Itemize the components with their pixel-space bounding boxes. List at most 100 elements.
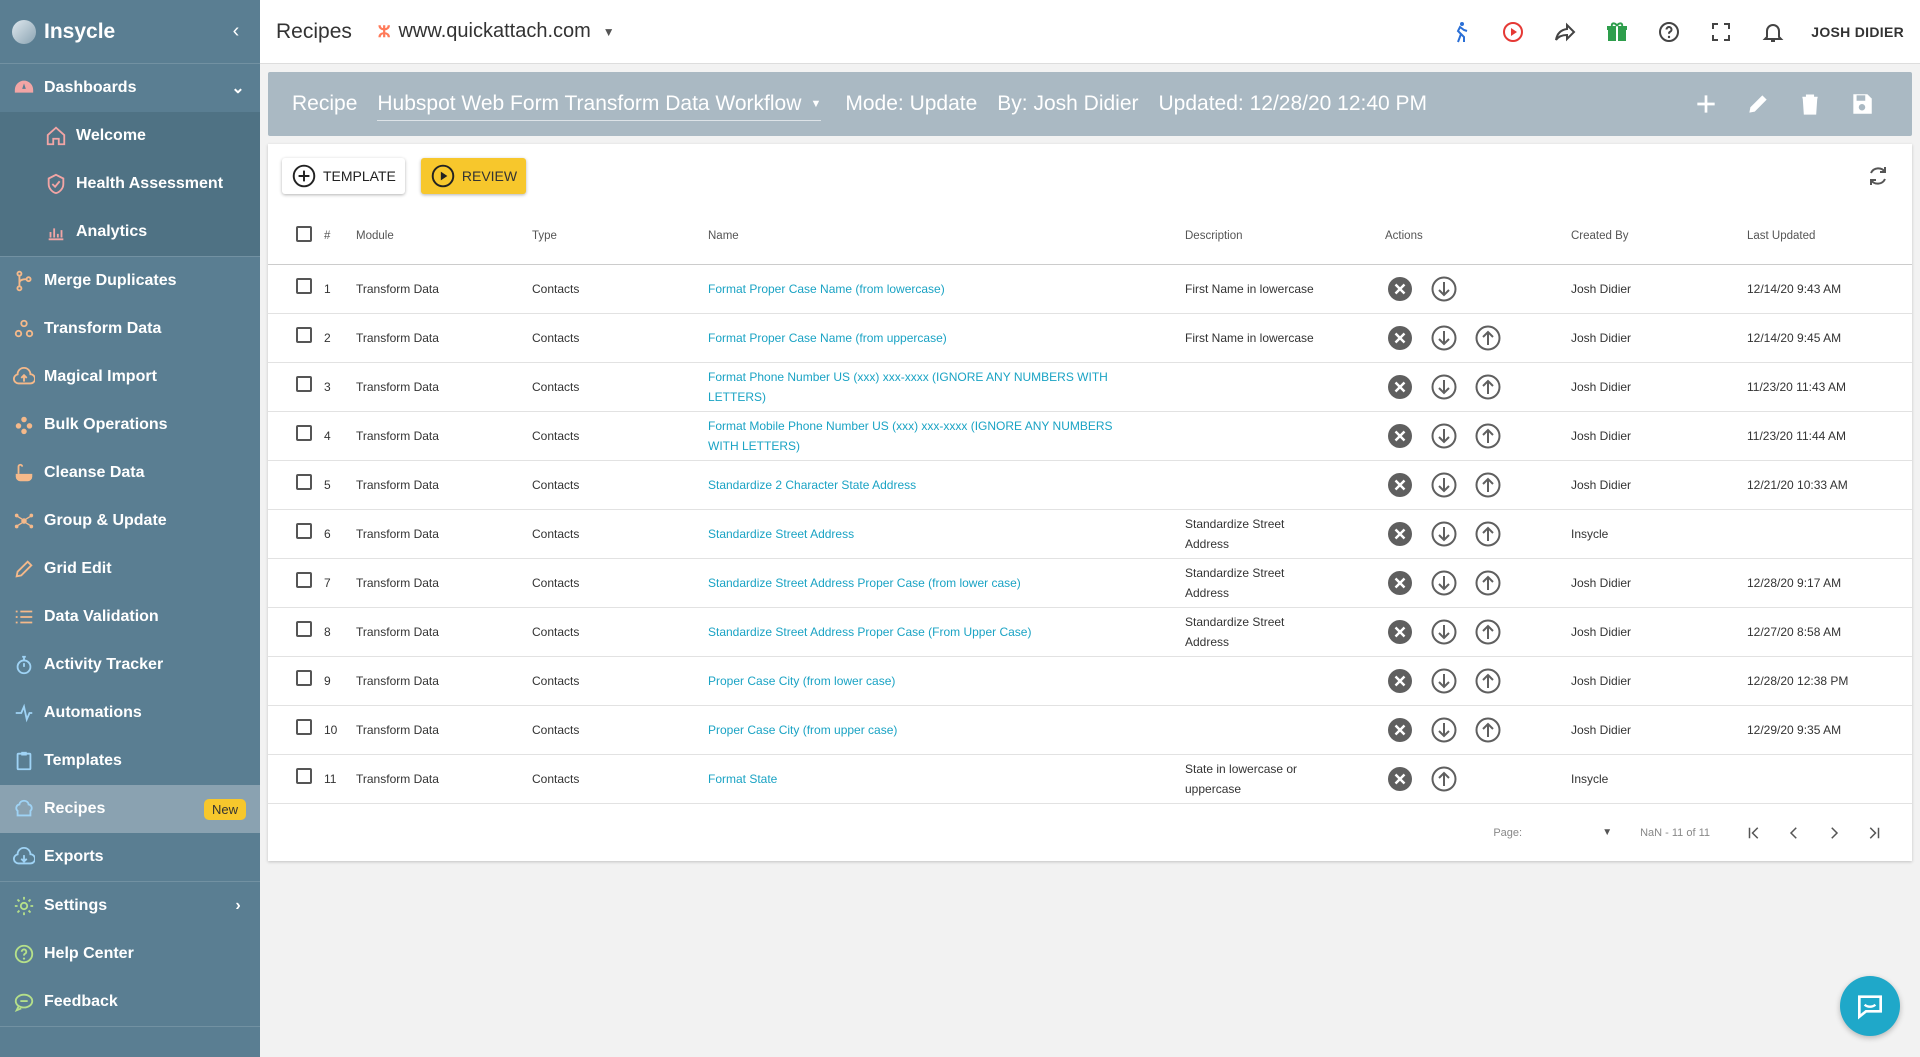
table-row[interactable]: 10 Transform Data Contacts Proper Case City… [268, 705, 1912, 754]
table-row[interactable]: 2 Transform Data Contacts Format Proper Cas… [268, 313, 1912, 362]
add-icon[interactable] [1680, 78, 1732, 130]
last-page-icon[interactable] [1854, 813, 1894, 853]
move-down-icon[interactable] [1429, 666, 1459, 696]
row-checkbox[interactable] [296, 669, 312, 686]
sidebar-item-bulk-operations[interactable]: Bulk Operations [0, 401, 260, 449]
collapse-sidebar-icon[interactable]: ‹ [224, 20, 248, 43]
row-checkbox[interactable] [296, 718, 312, 735]
remove-step-icon[interactable] [1385, 568, 1415, 598]
sidebar-item-health-assessment[interactable]: Health Assessment [0, 160, 260, 208]
row-checkbox[interactable] [296, 522, 312, 539]
chat-launcher-icon[interactable] [1840, 976, 1900, 1036]
table-row[interactable]: 1 Transform Data Contacts Format Proper Cas… [268, 264, 1912, 313]
next-page-icon[interactable] [1814, 813, 1854, 853]
remove-step-icon[interactable] [1385, 372, 1415, 402]
sidebar-item-analytics[interactable]: Analytics [0, 208, 260, 256]
save-icon[interactable] [1836, 78, 1888, 130]
move-down-icon[interactable] [1429, 470, 1459, 500]
recipe-select[interactable]: Hubspot Web Form Transform Data Workflow… [377, 88, 822, 121]
user-menu[interactable]: JOSH DIDIER [1811, 24, 1904, 40]
move-up-icon[interactable] [1473, 666, 1503, 696]
help-icon[interactable] [1643, 6, 1695, 58]
refresh-icon[interactable] [1858, 156, 1898, 196]
column-header[interactable]: Last Updated [1747, 208, 1912, 265]
column-header[interactable]: # [324, 208, 356, 265]
row-name-link[interactable]: Format Proper Case Name (from lowercase) [708, 282, 945, 296]
move-down-icon[interactable] [1429, 519, 1459, 549]
table-row[interactable]: 9 Transform Data Contacts Proper Case City … [268, 656, 1912, 705]
review-button[interactable]: REVIEW [420, 158, 527, 194]
remove-step-icon[interactable] [1385, 666, 1415, 696]
sidebar-item-feedback[interactable]: Feedback [0, 978, 260, 1026]
move-down-icon[interactable] [1429, 617, 1459, 647]
sidebar-item-data-validation[interactable]: Data Validation [0, 593, 260, 641]
first-page-icon[interactable] [1734, 813, 1774, 853]
sidebar-item-cleanse-data[interactable]: Cleanse Data [0, 449, 260, 497]
move-down-icon[interactable] [1429, 323, 1459, 353]
move-up-icon[interactable] [1473, 715, 1503, 745]
column-header[interactable]: Description [1185, 208, 1385, 265]
sidebar-item-merge-duplicates[interactable]: Merge Duplicates [0, 257, 260, 305]
portal-selector[interactable]: www.quickattach.com [398, 20, 590, 43]
move-down-icon[interactable] [1429, 274, 1459, 304]
sidebar-item-automations[interactable]: Automations [0, 689, 260, 737]
move-down-icon[interactable] [1429, 421, 1459, 451]
page-select[interactable]: ▼ [1572, 827, 1612, 838]
template-button[interactable]: TEMPLATE [282, 158, 405, 194]
column-header[interactable]: Created By [1571, 208, 1747, 265]
move-up-icon[interactable] [1473, 617, 1503, 647]
row-name-link[interactable]: Standardize Street Address Proper Case (… [708, 625, 1031, 639]
row-name-link[interactable]: Standardize 2 Character State Address [708, 478, 916, 492]
row-name-link[interactable]: Format Mobile Phone Number US (xxx) xxx-… [708, 419, 1113, 453]
row-name-link[interactable]: Format State [708, 772, 777, 786]
table-row[interactable]: 6 Transform Data Contacts Standardize Stree… [268, 509, 1912, 558]
row-checkbox[interactable] [296, 326, 312, 343]
row-name-link[interactable]: Standardize Street Address Proper Case (… [708, 576, 1021, 590]
column-header[interactable]: Module [356, 208, 532, 265]
move-down-icon[interactable] [1429, 715, 1459, 745]
remove-step-icon[interactable] [1385, 617, 1415, 647]
sidebar-item-exports[interactable]: Exports [0, 833, 260, 881]
move-up-icon[interactable] [1473, 323, 1503, 353]
remove-step-icon[interactable] [1385, 470, 1415, 500]
move-up-icon[interactable] [1429, 764, 1459, 794]
delete-icon[interactable] [1784, 78, 1836, 130]
walkthrough-icon[interactable] [1435, 6, 1487, 58]
row-checkbox[interactable] [296, 473, 312, 490]
remove-step-icon[interactable] [1385, 323, 1415, 353]
move-up-icon[interactable] [1473, 519, 1503, 549]
previous-page-icon[interactable] [1774, 813, 1814, 853]
row-name-link[interactable]: Format Phone Number US (xxx) xxx-xxxx (I… [708, 370, 1108, 404]
row-checkbox[interactable] [296, 424, 312, 441]
move-up-icon[interactable] [1473, 568, 1503, 598]
sidebar-item-group-update[interactable]: Group & Update [0, 497, 260, 545]
fullscreen-icon[interactable] [1695, 6, 1747, 58]
sidebar-item-settings[interactable]: Settings › [0, 882, 260, 930]
move-down-icon[interactable] [1429, 372, 1459, 402]
remove-step-icon[interactable] [1385, 274, 1415, 304]
remove-step-icon[interactable] [1385, 421, 1415, 451]
sidebar-item-dashboards[interactable]: Dashboards ⌄ [0, 64, 260, 112]
sidebar-item-help-center[interactable]: Help Center [0, 930, 260, 978]
play-video-icon[interactable] [1487, 6, 1539, 58]
table-row[interactable]: 4 Transform Data Contacts Format Mobile Pho… [268, 411, 1912, 460]
remove-step-icon[interactable] [1385, 764, 1415, 794]
remove-step-icon[interactable] [1385, 519, 1415, 549]
row-checkbox[interactable] [296, 375, 312, 392]
select-all-checkbox[interactable] [296, 226, 312, 243]
sidebar-item-activity-tracker[interactable]: Activity Tracker [0, 641, 260, 689]
row-checkbox[interactable] [296, 571, 312, 588]
row-checkbox[interactable] [296, 277, 312, 294]
row-checkbox[interactable] [296, 767, 312, 784]
column-header[interactable]: Type [532, 208, 708, 265]
table-row[interactable]: 8 Transform Data Contacts Standardize Stree… [268, 607, 1912, 656]
chevron-down-icon[interactable]: ▼ [603, 25, 615, 39]
move-up-icon[interactable] [1473, 470, 1503, 500]
table-row[interactable]: 3 Transform Data Contacts Format Phone Numb… [268, 362, 1912, 411]
table-row[interactable]: 5 Transform Data Contacts Standardize 2 Cha… [268, 460, 1912, 509]
sidebar-item-templates[interactable]: Templates [0, 737, 260, 785]
sidebar-item-recipes[interactable]: Recipes New [0, 785, 260, 833]
table-row[interactable]: 7 Transform Data Contacts Standardize Stree… [268, 558, 1912, 607]
row-name-link[interactable]: Format Proper Case Name (from uppercase) [708, 331, 947, 345]
row-name-link[interactable]: Standardize Street Address [708, 527, 854, 541]
